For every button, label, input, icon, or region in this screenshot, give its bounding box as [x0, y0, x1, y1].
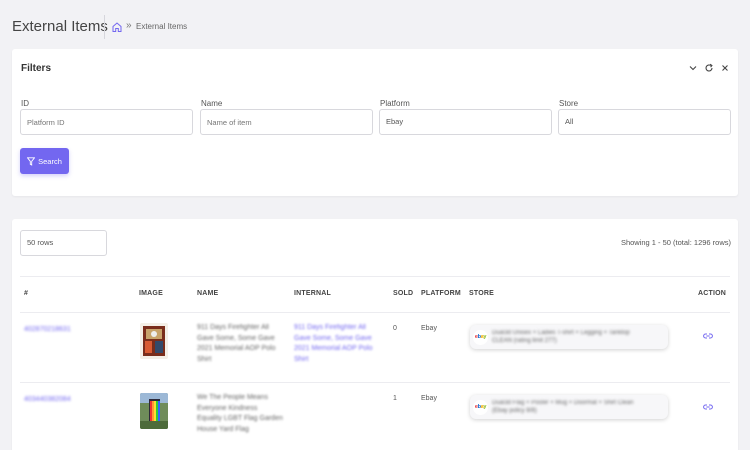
- col-header-name: NAME: [197, 290, 219, 297]
- platform-label: Platform: [380, 99, 410, 108]
- header-divider: [104, 15, 105, 39]
- link-icon[interactable]: [703, 403, 713, 411]
- filters-card: Filters ID Name Platform Ebay Store All …: [12, 49, 738, 196]
- sold-count: 1: [393, 395, 397, 402]
- showing-count: Showing 1 - 50 (total: 1296 rows): [620, 238, 731, 247]
- row-divider: [20, 382, 730, 383]
- col-header-store: STORE: [469, 290, 494, 297]
- name-label: Name: [201, 99, 223, 108]
- store-label: Store: [559, 99, 579, 108]
- breadcrumb-current: External Items: [136, 22, 188, 31]
- table-top-border: [20, 276, 730, 277]
- name-input[interactable]: [200, 109, 373, 135]
- breadcrumb-separator: »: [126, 20, 132, 31]
- refresh-icon[interactable]: [704, 63, 714, 73]
- close-icon[interactable]: [720, 63, 730, 73]
- platform-value: Ebay: [421, 395, 437, 402]
- search-button-label: Search: [38, 156, 62, 166]
- item-id-link[interactable]: 402870218631: [24, 325, 71, 336]
- product-thumbnail[interactable]: [140, 393, 168, 429]
- store-name: Dual3d Unisex + Ladies T-shirt + Legging…: [492, 330, 630, 344]
- col-header-action: ACTION: [698, 290, 727, 297]
- page-title: External Items: [12, 18, 108, 35]
- sold-count: 0: [393, 325, 397, 332]
- col-header-internal: INTERNAL: [294, 290, 331, 297]
- row-divider: [20, 312, 730, 313]
- rows-per-page-select[interactable]: 50 rows: [20, 230, 107, 256]
- item-name: 911 Days Firefighter All Gave Some, Some…: [197, 324, 276, 363]
- store-select[interactable]: All: [558, 109, 731, 135]
- col-header-sold: SOLD: [393, 290, 414, 297]
- results-card: 50 rows Showing 1 - 50 (total: 1296 rows…: [12, 219, 738, 450]
- product-thumbnail[interactable]: [140, 323, 168, 359]
- page-header: External Items » External Items: [0, 0, 750, 54]
- item-name: We The People Means Everyone Kindness Eq…: [197, 394, 283, 433]
- internal-item-link[interactable]: 911 Days Firefighter All Gave Some, Some…: [294, 323, 382, 365]
- chevron-down-icon[interactable]: [688, 63, 698, 73]
- col-header-platform: PLATFORM: [421, 290, 461, 297]
- platform-select[interactable]: Ebay: [379, 109, 552, 135]
- item-id-link[interactable]: 403440382084: [24, 395, 71, 406]
- ebay-logo-icon: ebay: [473, 329, 488, 345]
- platform-value: Ebay: [421, 325, 437, 332]
- filters-title: Filters: [21, 63, 52, 74]
- store-badge: ebay Dual3d Unisex + Ladies T-shirt + Le…: [470, 325, 668, 349]
- store-name: Dual3d Flag + Poster + Mug + Doormat + S…: [492, 400, 634, 414]
- card-tools: [688, 63, 730, 73]
- col-header-image: IMAGE: [139, 290, 163, 297]
- col-header-number: #: [24, 290, 29, 297]
- link-icon[interactable]: [703, 332, 713, 340]
- id-input[interactable]: [20, 109, 193, 135]
- ebay-logo-icon: ebay: [473, 399, 488, 415]
- store-badge: ebay Dual3d Flag + Poster + Mug + Doorma…: [470, 395, 668, 419]
- search-button[interactable]: Search: [20, 148, 69, 174]
- id-label: ID: [21, 99, 29, 108]
- filter-icon: [27, 156, 36, 166]
- home-icon[interactable]: [111, 21, 123, 33]
